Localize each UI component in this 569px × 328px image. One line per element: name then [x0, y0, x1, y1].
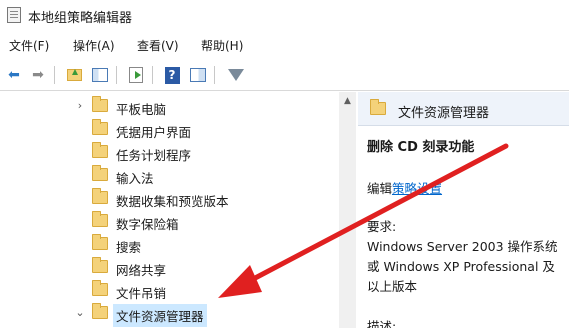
folder-icon — [92, 165, 108, 181]
title-bar: 本地组策略编辑器 — [0, 0, 569, 30]
scroll-up-arrow-icon[interactable]: ▲ — [339, 96, 356, 110]
requirements-label: 要求: — [367, 219, 397, 234]
tree-item-label: 凭据用户界面 — [116, 125, 192, 140]
tree-item-file-revocation[interactable]: 文件吊销 — [0, 280, 340, 302]
tree-scrollbar[interactable]: ▲ — [339, 92, 356, 328]
tree-item-label: 平板电脑 — [116, 102, 167, 117]
folder-icon — [92, 234, 108, 250]
tree-item-label: 数字保险箱 — [116, 217, 179, 232]
detail-header: 文件资源管理器 — [358, 92, 569, 126]
show-hide-tree-button[interactable] — [90, 65, 110, 85]
menu-bar: 文件(F) 操作(A) 查看(V) 帮助(H) — [0, 34, 569, 56]
edit-policy-line: 编辑策略设置 — [367, 178, 442, 197]
extended-view-button[interactable] — [188, 65, 208, 85]
up-one-level-button[interactable] — [64, 65, 84, 85]
help-button[interactable]: ? — [162, 65, 182, 85]
requirements-text: Windows Server 2003 操作系统 — [367, 239, 558, 254]
folder-icon — [92, 96, 108, 112]
folder-icon — [92, 119, 108, 135]
tree-item-credential-ui[interactable]: 凭据用户界面 — [0, 119, 340, 141]
tree-item-network-sharing[interactable]: 网络共享 — [0, 257, 340, 279]
tree-item-file-explorer[interactable]: ⌄ 文件资源管理器 — [0, 303, 340, 327]
edit-policy-settings-link[interactable]: 策略设置 — [392, 181, 442, 196]
export-list-button[interactable] — [126, 65, 146, 85]
tree-item-label: 搜索 — [116, 240, 142, 255]
edit-prefix: 编辑 — [367, 181, 393, 196]
tree-item-label: 任务计划程序 — [116, 148, 192, 163]
back-button[interactable]: ⬅ — [4, 65, 24, 85]
tree-item-label: 数据收集和预览版本 — [116, 194, 229, 209]
policy-detail-pane: 文件资源管理器 删除 CD 刻录功能 编辑策略设置 要求: Windows Se… — [358, 92, 569, 328]
tree-item-digital-locker[interactable]: 数字保险箱 — [0, 211, 340, 233]
menu-help[interactable]: 帮助(H) — [201, 37, 243, 54]
requirements-text: 以上版本 — [367, 279, 418, 294]
menu-view[interactable]: 查看(V) — [137, 37, 179, 54]
toolbar: ⬅ ➡ ? — [0, 59, 569, 91]
folder-icon — [92, 188, 108, 204]
folder-icon — [92, 257, 108, 273]
tree-item-task-scheduler[interactable]: 任务计划程序 — [0, 142, 340, 164]
tree-item-input-method[interactable]: 输入法 — [0, 165, 340, 187]
folder-icon — [92, 211, 108, 227]
folder-icon — [370, 99, 386, 115]
export-list-icon — [129, 67, 143, 83]
filter-icon — [228, 69, 244, 81]
chevron-right-icon[interactable]: › — [74, 99, 86, 112]
show-hide-tree-icon — [92, 68, 108, 82]
toolbar-separator — [54, 66, 55, 84]
requirements-text: 或 Windows XP Professional 及 — [367, 259, 555, 274]
tree-item-label: 输入法 — [116, 171, 154, 186]
folder-icon — [92, 303, 108, 319]
detail-header-title: 文件资源管理器 — [398, 106, 490, 121]
extended-view-icon — [190, 68, 206, 82]
forward-button[interactable]: ➡ — [28, 65, 48, 85]
chevron-down-icon[interactable]: ⌄ — [74, 306, 86, 319]
window-title: 本地组策略编辑器 — [28, 11, 133, 26]
filter-button[interactable] — [226, 65, 246, 85]
tree-item-label: 文件吊销 — [116, 286, 167, 301]
toolbar-separator — [214, 66, 215, 84]
menu-file[interactable]: 文件(F) — [9, 37, 49, 54]
help-icon: ? — [164, 66, 180, 84]
tree-item-label: 文件资源管理器 — [113, 304, 207, 327]
description-label: 描述: — [367, 319, 397, 328]
toolbar-separator — [152, 66, 153, 84]
policy-name: 删除 CD 刻录功能 — [367, 140, 475, 155]
tree-item-tablet-pc[interactable]: › 平板电脑 — [0, 96, 340, 118]
up-folder-icon — [66, 69, 82, 81]
menu-action[interactable]: 操作(A) — [73, 37, 115, 54]
policy-editor-app-icon — [7, 7, 21, 23]
folder-icon — [92, 280, 108, 296]
tree-item-label: 网络共享 — [116, 263, 167, 278]
policy-tree-pane: › 平板电脑 凭据用户界面 任务计划程序 输入法 数据收集和预览版本 数字保险箱… — [0, 92, 356, 328]
tree-item-search[interactable]: 搜索 — [0, 234, 340, 256]
back-arrow-icon: ⬅ — [8, 67, 20, 83]
folder-icon — [92, 142, 108, 158]
toolbar-separator — [116, 66, 117, 84]
tree-item-data-collection[interactable]: 数据收集和预览版本 — [0, 188, 340, 210]
forward-arrow-icon: ➡ — [32, 67, 44, 83]
